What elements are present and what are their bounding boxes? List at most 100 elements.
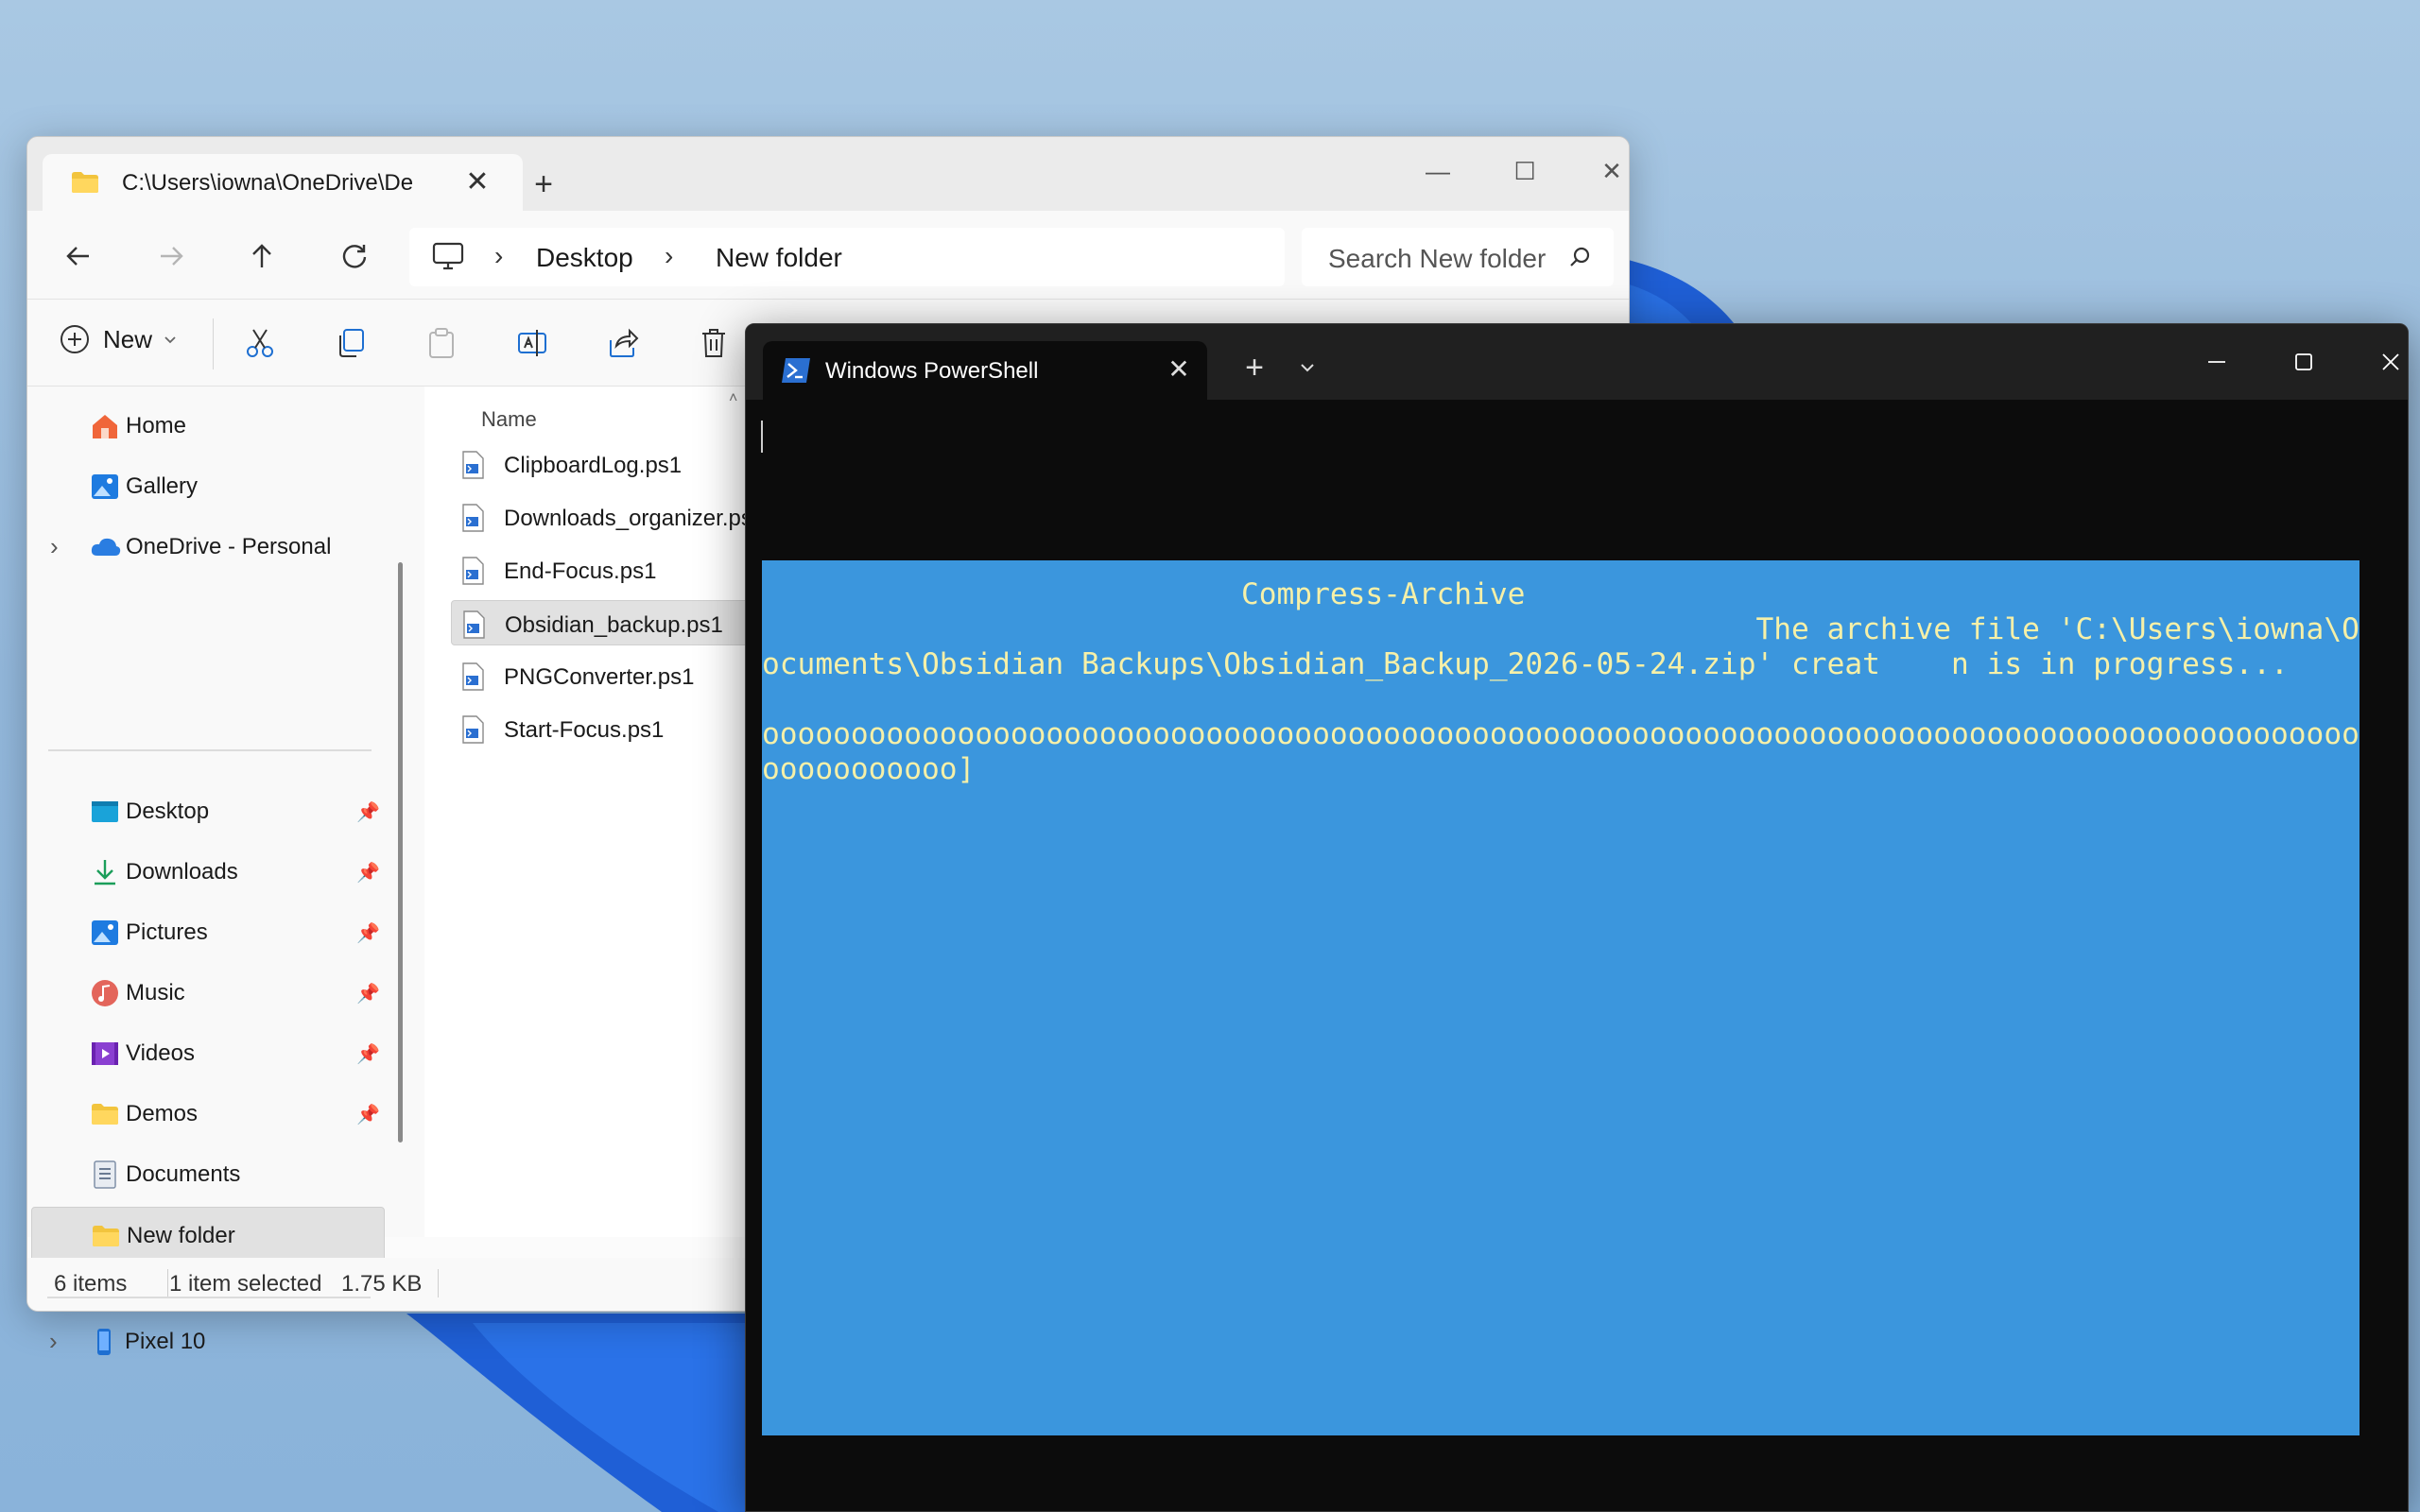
powershell-terminal-window: Windows PowerShell ✕ + Compress-Archive — [745, 323, 2409, 1512]
rename-icon[interactable] — [513, 324, 551, 362]
sidebar-item-label: Gallery — [126, 473, 199, 499]
status-divider — [438, 1269, 439, 1297]
new-button[interactable]: New — [60, 324, 181, 354]
navigation-pane: Home Gallery › OneDrive - Personal Deskt… — [27, 387, 424, 1263]
up-arrow-icon[interactable] — [237, 232, 286, 281]
share-icon[interactable] — [604, 324, 642, 362]
forward-arrow-icon[interactable] — [147, 232, 196, 281]
sidebar-item-onedrive[interactable]: › OneDrive - Personal — [27, 519, 387, 576]
terminal-tab-title: Windows PowerShell — [825, 358, 1039, 384]
sidebar-item-label: Videos — [126, 1040, 195, 1066]
music-icon — [90, 978, 120, 1008]
paste-icon[interactable] — [423, 324, 460, 362]
folder-icon — [91, 1221, 121, 1251]
maximize-button[interactable] — [2275, 339, 2332, 385]
refresh-icon[interactable] — [330, 232, 379, 281]
progress-activity: Compress-Archive — [762, 577, 1526, 611]
sidebar-item-demos[interactable]: Demos 📌 — [27, 1086, 387, 1143]
sidebar-item-documents[interactable]: Documents — [27, 1146, 387, 1203]
folder-icon — [90, 1099, 120, 1129]
sidebar-item-gallery[interactable]: Gallery — [27, 458, 387, 515]
sidebar-item-label: Demos — [126, 1101, 199, 1126]
pin-icon[interactable]: 📌 — [356, 921, 380, 945]
gallery-icon — [90, 472, 120, 502]
column-header-name[interactable]: Name — [481, 407, 537, 432]
sidebar-item-new-folder[interactable]: New folder — [31, 1207, 385, 1263]
pin-icon[interactable]: 📌 — [356, 861, 380, 885]
breadcrumb-new-folder[interactable]: New folder — [716, 243, 842, 273]
minimize-button[interactable]: — — [1409, 150, 1466, 192]
back-arrow-icon[interactable] — [54, 232, 103, 281]
breadcrumb-desktop[interactable]: Desktop — [536, 243, 633, 273]
new-tab-button[interactable]: + — [1234, 347, 1275, 388]
file-name: Start-Focus.ps1 — [504, 717, 665, 743]
chevron-right-icon[interactable]: › — [50, 532, 59, 561]
breadcrumb-chevron-icon: › — [665, 241, 674, 270]
sidebar-item-label: Pictures — [126, 919, 208, 945]
address-bar[interactable]: › Desktop › New folder — [409, 228, 1285, 286]
minimize-button[interactable] — [2188, 339, 2245, 385]
sidebar-item-music[interactable]: Music 📌 — [27, 965, 387, 1022]
progress-status-line: The archive file 'C:\Users\iowna\OneDriv… — [762, 612, 2360, 646]
close-window-button[interactable] — [2362, 339, 2408, 385]
file-name: PNGConverter.ps1 — [504, 664, 695, 690]
sidebar-item-desktop[interactable]: Desktop 📌 — [27, 783, 387, 840]
search-box[interactable]: Search New folder — [1302, 228, 1614, 286]
maximize-button[interactable]: ☐ — [1496, 150, 1553, 192]
sidebar-item-home[interactable]: Home — [27, 398, 387, 455]
search-placeholder: Search New folder — [1328, 244, 1547, 273]
toolbar-divider — [213, 318, 214, 369]
progress-bar-line: oooooooooooooooooooooooooooooooooooooooo… — [762, 717, 2360, 751]
delete-icon[interactable] — [695, 324, 733, 362]
close-tab-icon[interactable]: ✕ — [458, 163, 496, 201]
status-item-count: 6 items — [54, 1271, 128, 1297]
sidebar-item-downloads[interactable]: Downloads 📌 — [27, 844, 387, 901]
cloud-icon — [90, 532, 121, 562]
chevron-right-icon[interactable]: › — [49, 1327, 58, 1356]
sidebar-item-pictures[interactable]: Pictures 📌 — [27, 904, 387, 961]
file-name: End-Focus.ps1 — [504, 558, 657, 584]
pin-icon[interactable]: 📌 — [356, 800, 380, 824]
sidebar-divider — [48, 749, 372, 751]
powershell-script-icon — [460, 662, 485, 696]
new-tab-button[interactable]: + — [523, 163, 564, 205]
file-name: Downloads_organizer.ps1 — [504, 506, 766, 531]
powershell-script-icon — [461, 610, 486, 644]
pin-icon[interactable]: 📌 — [356, 982, 380, 1005]
tab-dropdown-chevron-icon[interactable] — [1288, 347, 1326, 388]
progress-bar-line: [ — [762, 682, 2360, 717]
terminal-tab[interactable]: Windows PowerShell ✕ — [763, 341, 1207, 400]
sidebar-item-label: Documents — [126, 1161, 241, 1187]
home-icon — [90, 411, 120, 441]
this-pc-icon — [432, 242, 464, 277]
search-icon — [1568, 245, 1593, 274]
copy-icon[interactable] — [332, 324, 370, 362]
powershell-script-icon — [460, 504, 485, 537]
powershell-script-icon — [460, 715, 485, 748]
phone-icon — [89, 1327, 119, 1357]
sidebar-item-pixel-10[interactable]: › Pixel 10 — [26, 1314, 386, 1370]
explorer-navbar: › Desktop › New folder Search New folder — [27, 211, 1629, 300]
close-window-button[interactable]: ✕ — [1583, 150, 1629, 192]
explorer-tab-title: C:\Users\iowna\OneDrive\De — [122, 170, 414, 196]
explorer-tab[interactable]: C:\Users\iowna\OneDrive\De ✕ — [43, 154, 523, 211]
close-tab-icon[interactable]: ✕ — [1160, 351, 1198, 388]
file-name: Obsidian_backup.ps1 — [505, 612, 723, 638]
pin-icon[interactable]: 📌 — [356, 1103, 380, 1126]
download-icon — [90, 857, 120, 887]
cut-icon[interactable] — [241, 324, 279, 362]
terminal-console[interactable]: Compress-Archive The archive file 'C:\Us… — [746, 400, 2408, 1511]
vertical-scrollbar[interactable] — [398, 562, 403, 1143]
file-name: ClipboardLog.ps1 — [504, 453, 683, 478]
new-button-label: New — [103, 324, 153, 353]
pin-icon[interactable]: 📌 — [356, 1042, 380, 1066]
desktop-folder-icon — [90, 797, 120, 827]
status-divider — [167, 1269, 168, 1297]
explorer-titlebar: C:\Users\iowna\OneDrive\De ✕ + — ☐ ✕ — [27, 137, 1629, 211]
status-size: 1.75 KB — [341, 1271, 423, 1297]
sidebar-item-videos[interactable]: Videos 📌 — [27, 1025, 387, 1082]
sidebar-item-label: Home — [126, 413, 187, 438]
progress-bar-line: ooooooooooo] — [762, 752, 976, 786]
powershell-script-icon — [460, 451, 485, 484]
sidebar-item-label: Desktop — [126, 799, 210, 824]
